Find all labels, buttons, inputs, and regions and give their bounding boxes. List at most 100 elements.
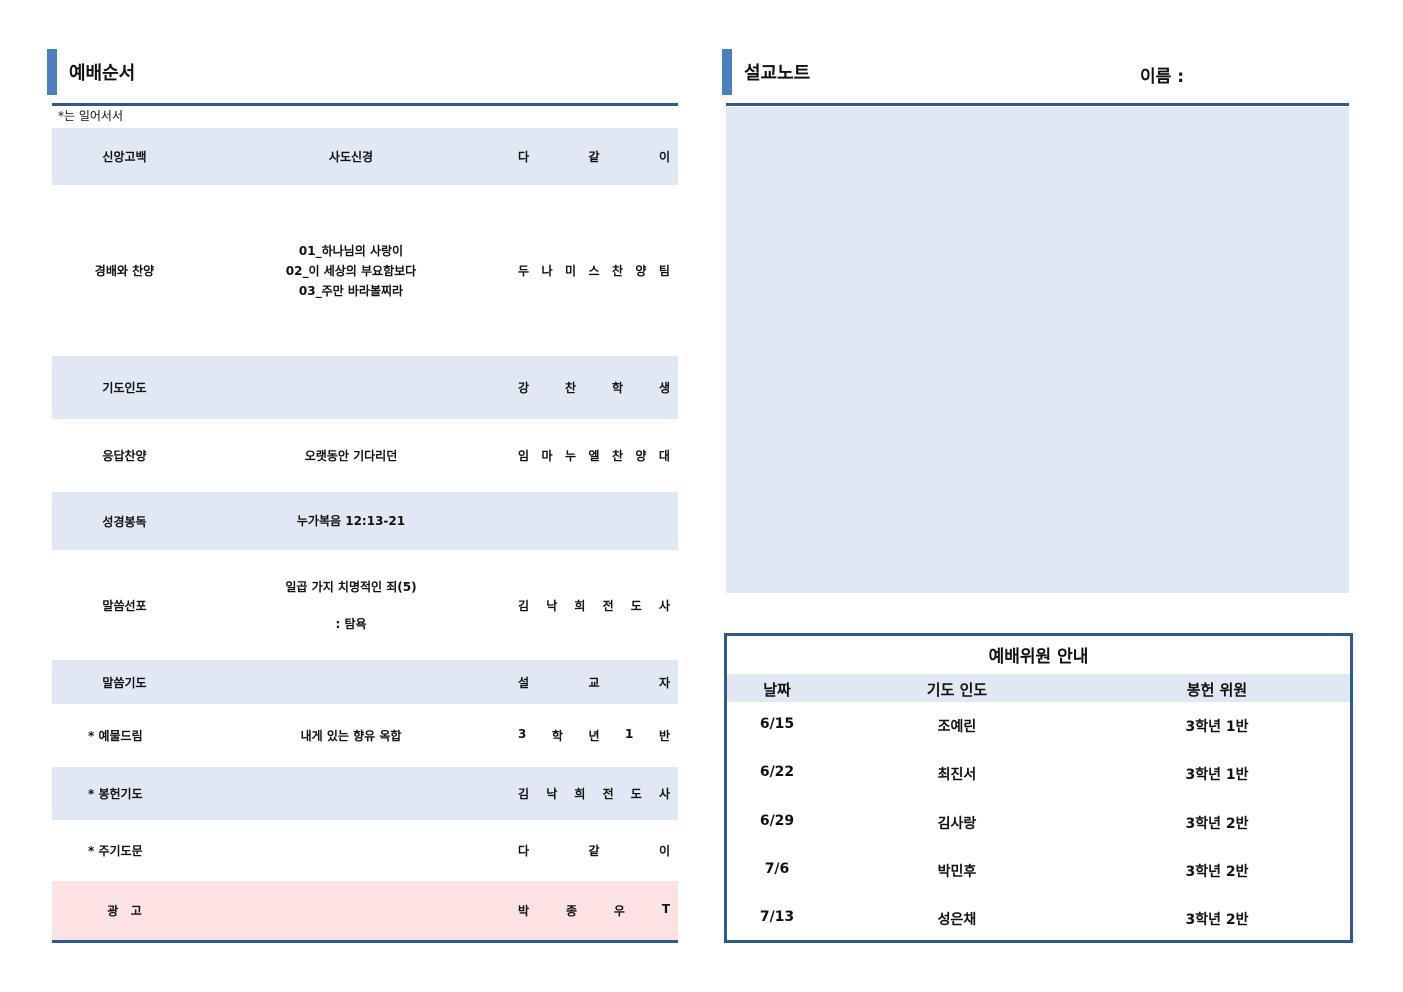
person-char: 낙: [546, 787, 558, 801]
committee-date: 6/15: [759, 716, 795, 732]
committee-prayer-leader: 성은채: [937, 912, 977, 928]
person-char: 찬: [611, 449, 623, 463]
order-row: 말씀선포 일곱 가지 치명적인 죄(5): 탐욕 김 낙 희 전 도 사: [52, 550, 678, 660]
order-row: 성경봉독 누가복음 12:13-21: [52, 492, 678, 550]
sermon-note-area[interactable]: [726, 107, 1349, 593]
note-title: 설교노트: [744, 63, 811, 84]
person-char: 스: [588, 264, 600, 278]
person-char: 양: [635, 449, 647, 463]
committee-offering: 3학년 2반: [1185, 864, 1249, 880]
person-char: 누: [564, 449, 577, 463]
order-row: * 봉헌기도 김 낙 희 전 도 사: [52, 767, 678, 820]
order-item-name: 응답찬양: [102, 449, 147, 463]
order-item-name: 경배와 찬양: [94, 264, 155, 278]
order-title-block: 예배순서: [47, 49, 135, 95]
committee-row: 6/29 김사랑 3학년 2반: [727, 813, 1350, 837]
person-char: 종: [565, 904, 577, 918]
order-item-name: * 주기도문: [88, 844, 143, 858]
committee-title: 예배위원 안내: [988, 647, 1089, 667]
content-line: 02_이 세상의 부요함보다: [285, 263, 417, 278]
content-line: 사도신경: [328, 149, 374, 164]
committee-row: 6/22 최진서 3학년 1반: [727, 764, 1350, 788]
order-item-name: 신앙고백: [102, 150, 147, 164]
person-char: 반: [658, 729, 670, 743]
order-item-person: 김낙희전도사: [518, 597, 670, 614]
content-line: : 탐욕: [335, 616, 367, 631]
person-char: 도: [630, 787, 642, 801]
order-item-name: * 봉헌기도: [88, 787, 143, 801]
person-char: 생: [658, 381, 670, 395]
order-item-name: 기도인도: [102, 381, 147, 395]
person-char: 학: [611, 381, 624, 395]
person-char: 대: [658, 449, 670, 463]
standing-note: *는 일어서서: [58, 109, 124, 123]
content-line: 일곱 가지 치명적인 죄(5): [285, 579, 417, 594]
order-item-name: * 예물드림: [88, 729, 143, 743]
person-char: 찬: [611, 264, 623, 278]
order-item-name: 말씀기도: [102, 675, 147, 690]
person-char: 팀: [658, 264, 670, 278]
person-char: 3: [518, 727, 527, 741]
order-row: 응답찬양 오랫동안 기다리던 임 마 누 엘 찬 양 대: [52, 419, 678, 492]
order-item-name: 성경봉독: [102, 514, 147, 529]
header-date: 날짜: [763, 681, 791, 699]
person-char: 마: [541, 449, 553, 463]
person-char: 사: [658, 787, 670, 801]
person-char: 미: [564, 264, 577, 278]
person-char: 김: [518, 598, 530, 613]
committee-date: 6/22: [759, 764, 795, 780]
committee-offering: 3학년 2반: [1185, 816, 1249, 832]
person-char: 희: [574, 598, 586, 613]
committee-row: 6/15 조예린 3학년 1반: [727, 716, 1350, 740]
person-char: 양: [635, 264, 647, 278]
order-row: 경배와 찬양 01_하나님의 사랑이 02_이 세상의 부요함보다 03_주만 바라볼…: [52, 185, 678, 356]
committee-date: 6/29: [759, 813, 795, 829]
committee-date: 7/6: [764, 861, 790, 877]
person-char: 같: [588, 844, 600, 858]
person-char: 학: [551, 729, 563, 743]
order-row: * 예물드림 내게 있는 향유 옥합 3 학 년 1 반: [52, 704, 678, 767]
order-item-content: 01_하나님의 사랑이 02_이 세상의 부요함보다 03_주만 바라볼찌라: [197, 241, 505, 301]
committee-prayer-leader: 조예린: [937, 719, 977, 735]
person-char: 낙: [546, 598, 558, 613]
person-char: 도: [630, 598, 642, 613]
content-line: 01_하나님의 사랑이: [298, 243, 404, 258]
person-char: 1: [625, 727, 634, 741]
person-char: 임: [518, 449, 530, 463]
person-char: 두: [518, 264, 530, 278]
person-char: 김: [518, 787, 530, 801]
committee-header-row: 날짜 기도 인도 봉헌 위원: [727, 674, 1350, 702]
person-char: 다: [518, 150, 530, 164]
order-item-content: 내게 있는 향유 옥합: [197, 726, 505, 746]
person-char: 박: [518, 904, 530, 918]
order-item-content: 누가복음 12:13-21: [197, 511, 505, 531]
person-char: 같: [588, 150, 600, 164]
order-item-person: 두나미스찬양팀: [518, 262, 670, 279]
person-char: 희: [574, 787, 586, 801]
committee-row: 7/13 성은채 3학년 2반: [727, 909, 1350, 933]
content-line: 내게 있는 향유 옥합: [300, 728, 402, 743]
content-line: [197, 597, 505, 614]
person-char: 이: [658, 150, 670, 164]
order-item-content: 일곱 가지 치명적인 죄(5) : 탐욕: [197, 577, 505, 634]
order-row: * 주기도문 다 같 이: [52, 820, 678, 881]
order-item-person: 다같이: [518, 842, 670, 859]
person-char: 사: [658, 598, 670, 613]
person-char: 나: [541, 264, 553, 278]
order-item-person: 설교자: [518, 674, 670, 691]
order-row: 신앙고백 사도신경 다 같 이: [52, 128, 678, 185]
order-bottom-rule: [52, 940, 678, 943]
person-char: 우: [613, 904, 625, 918]
order-row: 기도인도 강 찬 학 생: [52, 356, 678, 419]
person-char: 다: [518, 844, 530, 858]
header-prayer: 기도 인도: [926, 681, 988, 699]
order-row: 광 고박종우T: [52, 881, 678, 940]
order-item-content: 사도신경: [197, 147, 505, 167]
order-title-rule: [52, 103, 678, 106]
committee-prayer-leader: 최진서: [937, 767, 977, 783]
committee-row: 7/6 박민후 3학년 2반: [727, 861, 1350, 885]
order-item-person: 강찬학생: [518, 379, 670, 396]
person-char: 자: [658, 675, 670, 690]
person-char: 찬: [564, 381, 577, 395]
order-item-person: 박종우T: [518, 902, 670, 919]
